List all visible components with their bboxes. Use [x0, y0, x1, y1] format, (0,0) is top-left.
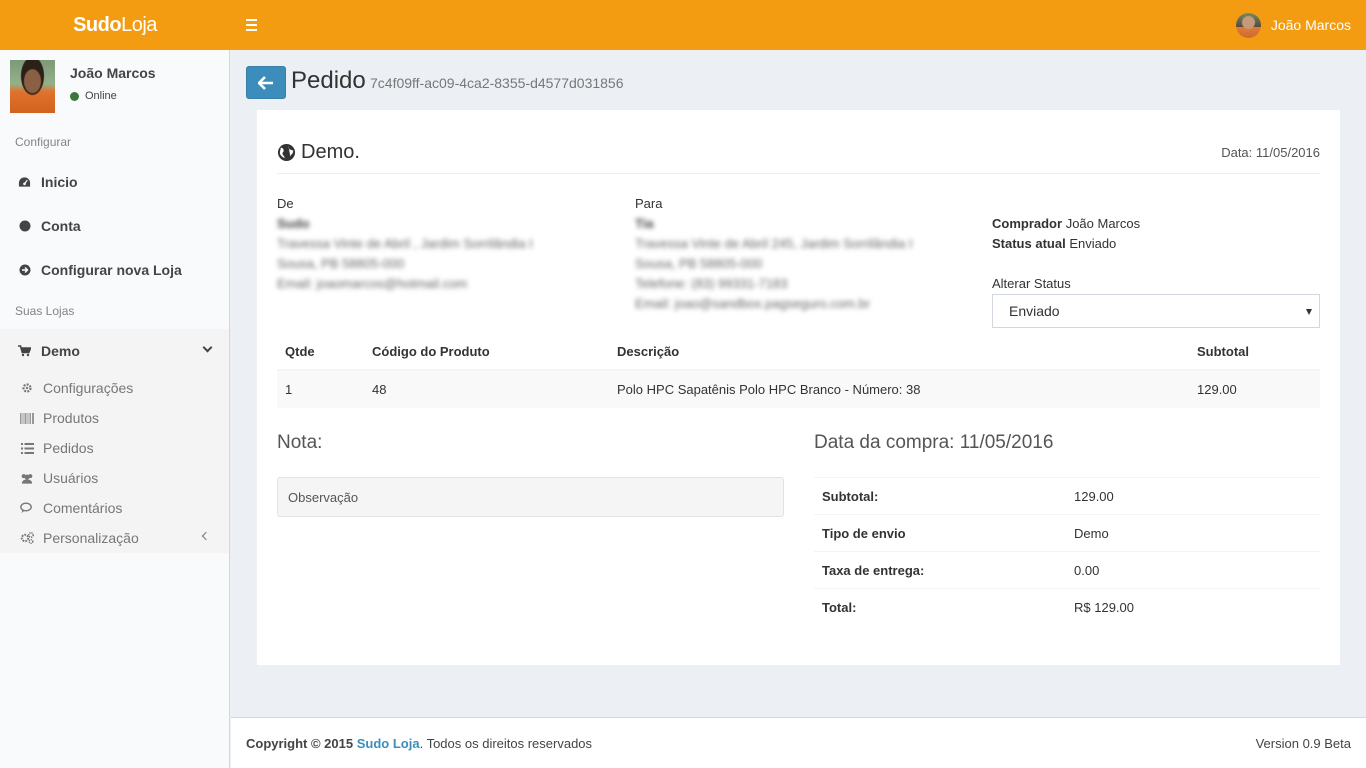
table-row: 1 48 Polo HPC Sapatênis Polo HPC Branco … [277, 371, 1320, 408]
sidebar-toggle-button[interactable] [240, 12, 262, 38]
col-header-subtotal: Subtotal [1197, 344, 1249, 359]
sidebar-item-comentarios[interactable]: Comentários [0, 493, 229, 523]
to-address: Para Tia Travessa Vinte de Abril 245, Ja… [635, 194, 965, 314]
globe-icon [277, 143, 296, 162]
note-title: Nota: [277, 432, 323, 453]
user-menu[interactable]: João Marcos [1235, 12, 1351, 38]
to-label: Para [635, 196, 663, 211]
status-select[interactable]: Enviado [992, 294, 1320, 328]
invoice-box: Demo. Data: 11/05/2016 De Sudo Travessa … [257, 110, 1340, 665]
barcode-icon [20, 412, 34, 424]
cell-qtde: 1 [285, 382, 293, 397]
avatar [10, 60, 55, 113]
user-panel: João Marcos Online [10, 60, 220, 114]
brand-link[interactable]: Sudo Loja [357, 736, 420, 751]
order-id: 7c4f09ff-ac09-4ca2-8355-d4577d031856 [370, 75, 624, 91]
col-header-qtde: Qtde [285, 344, 315, 359]
sidebar-item-conta[interactable]: Conta [0, 204, 229, 248]
sidebar-item-demo[interactable]: Demo [0, 329, 229, 373]
cell-descricao: Polo HPC Sapatênis Polo HPC Branco - Núm… [617, 382, 921, 397]
summary-row-total: Total: R$ 129.00 [814, 588, 1320, 625]
comments-icon [20, 502, 34, 514]
sidebar-item-usuarios[interactable]: Usuários [0, 463, 229, 493]
sidebar: João Marcos Online Configurar Inicio Con… [0, 50, 230, 768]
page-title: Pedido [291, 67, 366, 94]
invoice-date: Data: 11/05/2016 [1221, 145, 1320, 160]
cell-codigo: 48 [372, 382, 387, 397]
sidebar-item-personalizacao[interactable]: Personalização [0, 523, 229, 553]
note-field[interactable]: Observação [277, 477, 784, 517]
sidebar-item-pedidos[interactable]: Pedidos [0, 433, 229, 463]
logo[interactable]: SudoLoja [0, 0, 230, 50]
status-badge: Online [70, 90, 117, 102]
user-name: João Marcos [1270, 17, 1351, 33]
footer: Copyright © 2015 Sudo Loja. Todos os dir… [231, 717, 1366, 768]
copyright: Copyright © 2015 Sudo Loja. Todos os dir… [246, 736, 593, 751]
cell-subtotal: 129.00 [1197, 382, 1237, 397]
summary-row-taxa: Taxa de entrega: 0.00 [814, 551, 1320, 588]
chevron-left-icon [201, 531, 211, 541]
arrow-circle-right-icon [18, 264, 31, 277]
from-address: De Sudo Travessa Vinte de Abril , Jardim… [277, 194, 607, 294]
avatar [1235, 12, 1261, 38]
arrow-left-icon [258, 75, 273, 90]
back-button[interactable] [246, 66, 286, 99]
purchase-date-title: Data da compra: 11/05/2016 [814, 432, 1054, 453]
sidebar-item-produtos[interactable]: Produtos [0, 403, 229, 433]
cart-icon [18, 345, 31, 358]
list-icon [20, 442, 34, 454]
gears-icon [20, 532, 34, 544]
caret-down-icon [1306, 309, 1312, 315]
sidebar-item-configurar-nova-loja[interactable]: Configurar nova Loja [0, 248, 229, 292]
from-label: De [277, 196, 294, 211]
top-navbar: SudoLoja João Marcos [0, 0, 1366, 50]
gear-icon [20, 382, 34, 394]
col-header-codigo: Código do Produto [372, 344, 490, 359]
alter-status-label: Alterar Status [992, 276, 1071, 291]
section-label-suas-lojas: Suas Lojas [15, 304, 75, 318]
col-header-descricao: Descrição [617, 344, 680, 359]
version: Version 0.9 Beta [1255, 736, 1351, 751]
sidebar-item-inicio[interactable]: Inicio [0, 160, 229, 204]
circle-icon [18, 220, 31, 233]
table-header: Qtde Código do Produto Descrição Subtota… [277, 334, 1320, 371]
dashboard-icon [18, 176, 31, 189]
summary-row-subtotal: Subtotal: 129.00 [814, 477, 1320, 514]
divider [277, 173, 1320, 174]
buyer-info: Comprador João Marcos Status atual Envia… [992, 216, 1141, 251]
sidebar-item-configuracoes[interactable]: Configurações [0, 373, 229, 403]
invoice-title: Demo. [277, 141, 360, 164]
user-panel-name: João Marcos [70, 65, 156, 81]
online-dot-icon [70, 91, 79, 101]
users-icon [20, 473, 34, 484]
chevron-down-icon [202, 342, 213, 353]
section-label-configurar: Configurar [15, 135, 72, 149]
summary-row-tipo-envio: Tipo de envio Demo [814, 514, 1320, 551]
